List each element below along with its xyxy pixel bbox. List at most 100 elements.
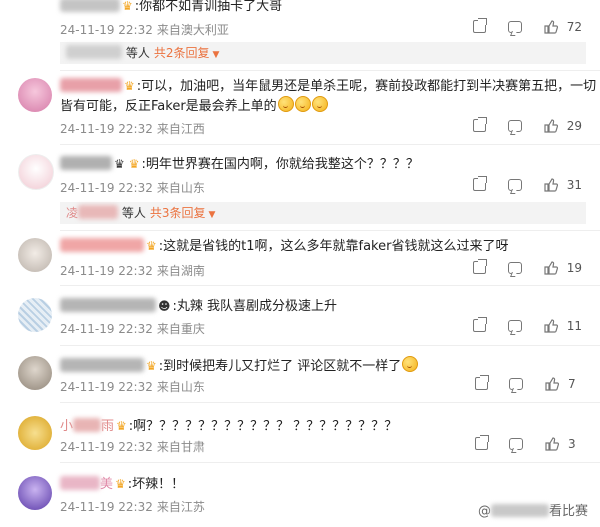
share-icon[interactable] — [473, 176, 488, 191]
divider — [60, 402, 600, 403]
comment-location: 来自江西 — [156, 122, 205, 136]
comment-date: 24-11-19 22:32 — [60, 500, 153, 514]
person-icon: ☻ — [158, 299, 171, 313]
like-icon[interactable] — [544, 19, 558, 34]
watermark-blurred — [490, 504, 549, 517]
comment-date: 24-11-19 22:32 — [60, 23, 153, 37]
comment-text-continued: 皆有可能，反正Faker是最会养上单的 — [60, 99, 277, 114]
reply-icon[interactable] — [509, 377, 524, 390]
username-suffix[interactable]: 美 — [100, 477, 113, 492]
reply-summary-prefix: 凌 — [66, 206, 79, 220]
username-blurred[interactable] — [60, 238, 144, 252]
like-count: 3 — [568, 436, 576, 451]
avatar[interactable] — [18, 356, 52, 390]
crown-icon: ♛ — [122, 0, 133, 13]
comment-date: 24-11-19 22:32 — [60, 181, 153, 195]
crown-icon: ♛ — [128, 157, 140, 171]
comment-actions: 19 — [455, 259, 582, 275]
chevron-down-icon: ▼ — [208, 210, 216, 220]
comment-meta: 24-11-19 22:32 来自甘肃 — [60, 438, 205, 455]
username-blurred[interactable] — [73, 418, 102, 432]
divider — [60, 285, 600, 286]
like-icon[interactable] — [545, 376, 560, 391]
comment-meta: 24-11-19 22:32 来自山东 — [60, 378, 205, 395]
avatar[interactable] — [18, 298, 52, 332]
like-icon[interactable] — [544, 318, 558, 333]
reply-icon[interactable] — [509, 437, 524, 450]
like-icon[interactable] — [544, 260, 558, 275]
comment-location: 来自江苏 — [156, 500, 205, 514]
share-icon[interactable] — [474, 375, 489, 390]
comment-actions: 31 — [455, 176, 582, 192]
share-icon[interactable] — [474, 435, 489, 450]
username-blurred[interactable] — [60, 476, 100, 490]
reply-icon[interactable] — [508, 261, 523, 274]
emoji-icon — [311, 96, 328, 112]
like-count: 29 — [566, 118, 582, 133]
reply-summary[interactable]: 凌 等人 共3条回复 ▼ — [60, 202, 586, 224]
comment-date: 24-11-19 22:32 — [60, 322, 153, 336]
like-icon[interactable] — [544, 177, 558, 192]
like-icon[interactable] — [544, 118, 558, 133]
comment-meta: 24-11-19 22:32 来自湖南 — [60, 262, 205, 279]
username-blurred[interactable] — [78, 205, 119, 219]
username-blurred[interactable] — [66, 45, 122, 59]
reply-count-link[interactable]: 共3条回复 — [150, 206, 206, 220]
divider — [60, 230, 600, 231]
divider — [60, 70, 600, 71]
username-blurred[interactable] — [60, 78, 122, 92]
divider — [60, 345, 600, 346]
emoji-icon — [277, 96, 294, 112]
like-count: 19 — [566, 260, 582, 275]
comment-text: :你都不如青训抽卡了大哥 — [134, 0, 283, 14]
username-blurred[interactable] — [60, 156, 112, 170]
laughing-emoji-icon — [402, 356, 419, 372]
crown-icon: ♛ — [146, 239, 157, 253]
crown-icon: ♛ — [114, 157, 125, 171]
crown-icon: ♛ — [115, 477, 126, 491]
comment-actions: 29 — [455, 117, 582, 133]
share-icon[interactable] — [473, 117, 488, 132]
avatar[interactable] — [18, 416, 52, 450]
crown-icon: ♛ — [124, 79, 135, 93]
like-count: 72 — [566, 19, 582, 34]
avatar[interactable] — [18, 238, 52, 272]
reply-icon[interactable] — [508, 178, 523, 191]
avatar[interactable] — [18, 78, 52, 112]
reply-summary-suffix: 等人 — [121, 206, 146, 220]
comment-date: 24-11-19 22:32 — [60, 122, 153, 136]
divider — [60, 144, 600, 145]
comment-text: :坏辣！！ — [127, 477, 185, 492]
avatar[interactable] — [18, 476, 52, 510]
emoji-icon — [294, 96, 311, 112]
like-icon[interactable] — [545, 436, 560, 451]
reply-summary[interactable]: 等人 共2条回复 ▼ — [60, 42, 586, 64]
username-blurred[interactable] — [60, 358, 144, 372]
share-icon[interactable] — [473, 18, 488, 33]
username-prefix[interactable]: 小 — [60, 419, 73, 434]
share-icon[interactable] — [473, 317, 488, 332]
comment-location: 来自山东 — [156, 380, 205, 394]
reply-icon[interactable] — [508, 119, 523, 132]
comment-text: :丸辣 我队喜剧成分极速上升 — [172, 299, 338, 314]
avatar[interactable] — [18, 154, 54, 190]
comment-text: :这就是省钱的t1啊，这么多年就靠faker省钱就这么过来了呀 — [158, 239, 509, 254]
comment-meta: 24-11-19 22:32 来自江苏 — [60, 498, 205, 515]
username-suffix[interactable]: 雨 — [101, 419, 114, 434]
username-blurred[interactable] — [60, 298, 156, 312]
reply-icon[interactable] — [508, 319, 523, 332]
comment-location: 来自湖南 — [156, 264, 205, 278]
crown-icon: ♛ — [146, 359, 157, 373]
comment-meta: 24-11-19 22:32 来自山东 — [60, 179, 205, 196]
comment-meta: 24-11-19 22:32 来自江西 — [60, 120, 205, 137]
watermark: @ 看比赛 — [477, 504, 588, 519]
comment-location: 来自甘肃 — [156, 440, 205, 454]
username-blurred[interactable] — [60, 0, 120, 12]
comment-text: :到时候把寿儿又打烂了 评论区就不一样了 — [158, 359, 402, 374]
comment-text: :明年世界赛在国内啊，你就给我整这个？？？？ — [141, 157, 419, 172]
reply-icon[interactable] — [508, 20, 523, 33]
reply-count-link[interactable]: 共2条回复 — [154, 46, 210, 60]
share-icon[interactable] — [473, 259, 488, 274]
comment-actions: 72 — [455, 18, 582, 34]
like-count: 31 — [566, 177, 582, 192]
